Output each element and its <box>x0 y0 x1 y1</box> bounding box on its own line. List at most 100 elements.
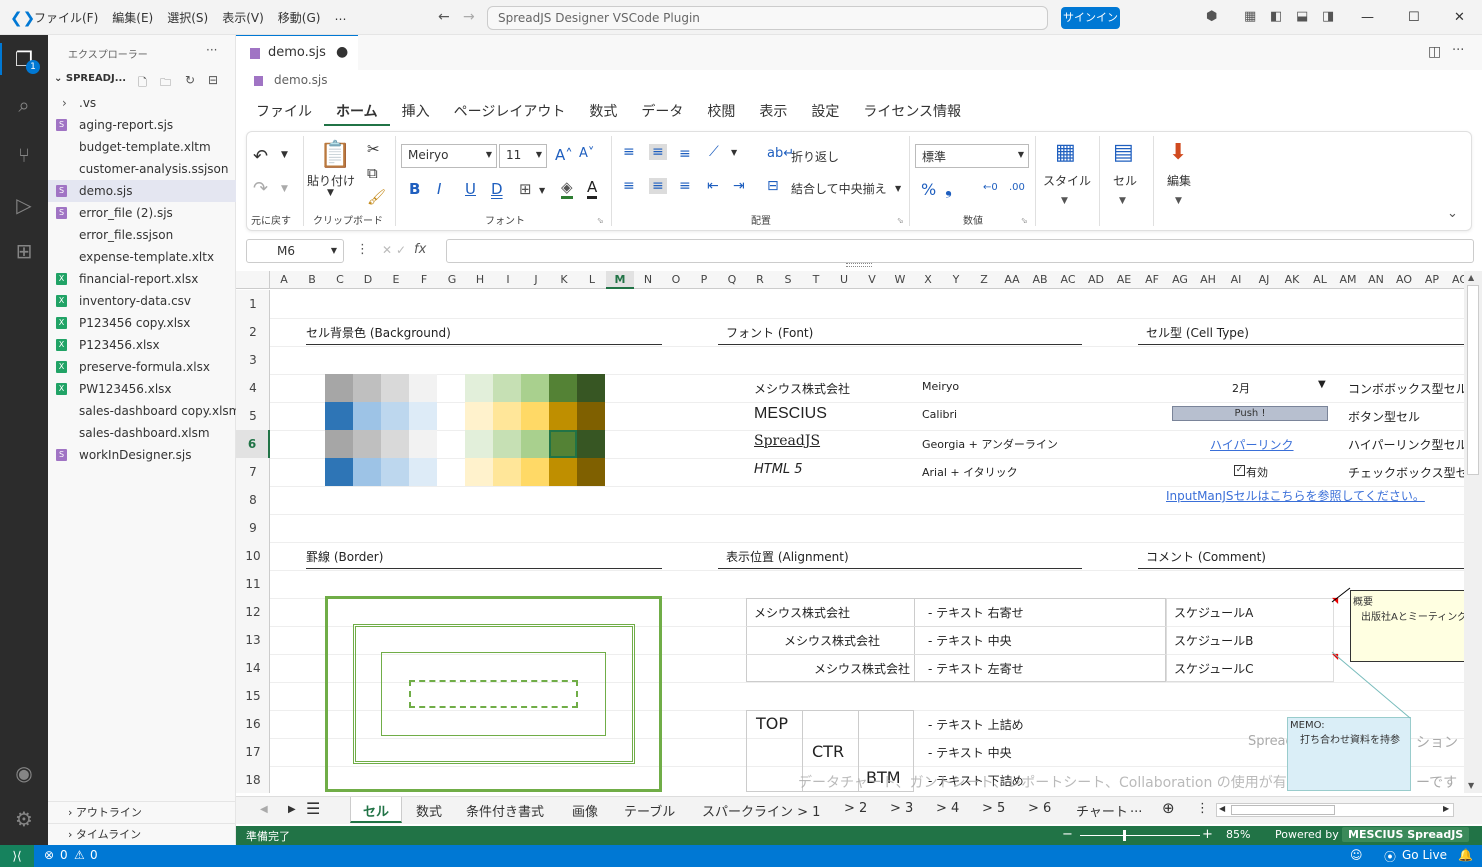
align-center-icon[interactable]: ≡ <box>649 178 667 194</box>
increase-decimal-icon[interactable]: ←0 <box>983 182 998 193</box>
column-header[interactable]: O <box>662 271 690 289</box>
sheet-tab[interactable]: > 4 <box>936 801 959 816</box>
next-sheet-icon[interactable]: ▶ <box>288 804 296 815</box>
column-header[interactable]: L <box>578 271 606 289</box>
column-header[interactable]: AE <box>1110 271 1138 289</box>
collapse-ribbon-icon[interactable]: ⌄ <box>1447 206 1458 221</box>
vertical-scrollbar[interactable]: ▲ ▼ <box>1464 271 1482 793</box>
settings-gear-icon[interactable]: ⚙ <box>12 807 36 831</box>
bold-icon[interactable]: B <box>409 180 420 198</box>
file-item[interactable]: expense-template.xltx <box>48 246 236 268</box>
row-header[interactable]: 10 <box>236 542 270 570</box>
file-item[interactable]: X P123456 copy.xlsx <box>48 312 236 334</box>
row-header[interactable]: 1 <box>236 290 270 318</box>
chevron-down-icon[interactable]: ▼ <box>539 186 545 195</box>
sheet-list-icon[interactable]: ☰ <box>306 799 320 818</box>
file-item[interactable]: X P123456.xlsx <box>48 334 236 356</box>
cell-button[interactable]: セル <box>1113 172 1137 189</box>
file-item[interactable]: Serror_file (2).sjs <box>48 202 236 224</box>
scroll-right-icon[interactable]: ▶ <box>1443 804 1449 813</box>
error-count[interactable]: 0 <box>60 848 68 862</box>
increase-indent-icon[interactable]: ⇥ <box>733 178 745 194</box>
outline-section[interactable]: › アウトライン <box>48 801 236 823</box>
menu-view[interactable]: 表示(V) <box>222 9 264 26</box>
row-header[interactable]: 5 <box>236 402 270 430</box>
new-file-icon[interactable]: 🗋 <box>138 74 147 93</box>
more-icon[interactable]: ⋮ <box>356 242 369 257</box>
increase-font-icon[interactable]: A˄ <box>555 146 573 164</box>
sheet-tab[interactable]: 条件付き書式 <box>466 801 544 820</box>
column-header[interactable]: E <box>382 271 410 289</box>
file-item[interactable]: budget-template.xltm <box>48 136 236 158</box>
zoom-in-icon[interactable]: + <box>1202 827 1213 842</box>
dialog-launcher-icon[interactable]: ⬂ <box>897 216 904 225</box>
sheet-tab[interactable]: > 6 <box>1028 801 1051 816</box>
column-header[interactable]: S <box>774 271 802 289</box>
account-icon[interactable]: ◉ <box>12 761 36 785</box>
sheet-tab[interactable]: チャート <box>1076 801 1128 820</box>
ribbon-tab-view[interactable]: 表示 <box>747 92 799 128</box>
close-icon[interactable]: ✕ <box>1454 10 1465 25</box>
column-header[interactable]: N <box>634 271 662 289</box>
row-header[interactable]: 18 <box>236 766 270 793</box>
select-all-corner[interactable] <box>236 271 270 289</box>
sheet-tab[interactable]: テーブル <box>624 801 675 820</box>
combo-cell-value[interactable]: 2月 <box>1232 380 1250 396</box>
more-actions-icon[interactable]: ··· <box>206 43 217 57</box>
file-item[interactable]: SworkInDesigner.sjs <box>48 444 236 466</box>
remote-icon[interactable]: ⟩⟨ <box>0 845 34 867</box>
column-header[interactable]: W <box>886 271 914 289</box>
decrease-indent-icon[interactable]: ⇤ <box>707 178 719 194</box>
row-header[interactable]: 15 <box>236 682 270 710</box>
column-header[interactable]: B <box>298 271 326 289</box>
file-item[interactable]: customer-analysis.ssjson <box>48 158 236 180</box>
row-header[interactable]: 4 <box>236 374 270 402</box>
row-header[interactable]: 11 <box>236 570 270 598</box>
file-item[interactable]: Xfinancial-report.xlsx <box>48 268 236 290</box>
double-underline-icon[interactable]: D <box>491 180 503 198</box>
more-icon[interactable]: ⋮ <box>1196 801 1209 816</box>
column-header[interactable]: D <box>354 271 382 289</box>
file-item[interactable]: Sdemo.sjs <box>48 180 236 202</box>
chevron-down-icon[interactable]: ▼ <box>1119 196 1126 206</box>
column-header[interactable]: U <box>830 271 858 289</box>
add-sheet-icon[interactable]: ⊕ <box>1162 799 1175 817</box>
number-format-select[interactable]: 標準 ▼ <box>915 144 1029 168</box>
column-header[interactable]: AD <box>1082 271 1110 289</box>
toggle-panel-icon[interactable]: ⬓ <box>1296 9 1308 24</box>
column-header[interactable]: P <box>690 271 718 289</box>
column-header[interactable]: AH <box>1194 271 1222 289</box>
chevron-down-icon[interactable]: ▼ <box>1318 379 1326 390</box>
toggle-secondary-icon[interactable]: ◨ <box>1322 9 1334 24</box>
zoom-level[interactable]: 85% <box>1226 828 1250 841</box>
go-live-button[interactable]: Go Live <box>1402 848 1447 862</box>
file-item[interactable]: X PW123456.xlsx <box>48 378 236 400</box>
font-color-icon[interactable]: A <box>587 178 598 199</box>
column-header[interactable]: AC <box>1054 271 1082 289</box>
row-header[interactable]: 6 <box>236 430 270 458</box>
align-middle-icon[interactable]: ≡ <box>649 144 667 160</box>
minimize-icon[interactable]: — <box>1361 10 1374 25</box>
menu-file[interactable]: ファイル(F) <box>34 9 98 26</box>
column-header[interactable]: AK <box>1278 271 1306 289</box>
sheet-tab-more[interactable]: ... <box>1130 801 1142 816</box>
file-item[interactable]: sales-dashboard copy.xlsm <box>48 400 240 422</box>
chevron-down-icon[interactable]: ▼ <box>327 188 334 198</box>
row-header[interactable]: 9 <box>236 514 270 542</box>
refresh-icon[interactable]: ↻ <box>185 73 195 87</box>
column-header[interactable]: K <box>550 271 578 289</box>
column-header[interactable]: M <box>606 271 634 289</box>
sheet-tab[interactable]: > 3 <box>890 801 913 816</box>
scroll-left-icon[interactable]: ◀ <box>1219 804 1225 813</box>
zoom-slider-thumb[interactable] <box>1123 830 1126 841</box>
sheet-tab[interactable]: 数式 <box>416 801 442 820</box>
collapse-all-icon[interactable]: ⊟ <box>208 73 218 87</box>
column-header[interactable]: X <box>914 271 942 289</box>
column-header[interactable]: H <box>466 271 494 289</box>
sheet-tab[interactable]: > 2 <box>844 801 867 816</box>
fx-icon[interactable]: fx <box>414 242 426 257</box>
chevron-down-icon[interactable]: ▼ <box>1175 196 1182 206</box>
warning-icon[interactable]: ⚠ <box>74 848 85 862</box>
align-right-icon[interactable]: ≡ <box>679 178 691 194</box>
column-header[interactable]: J <box>522 271 550 289</box>
